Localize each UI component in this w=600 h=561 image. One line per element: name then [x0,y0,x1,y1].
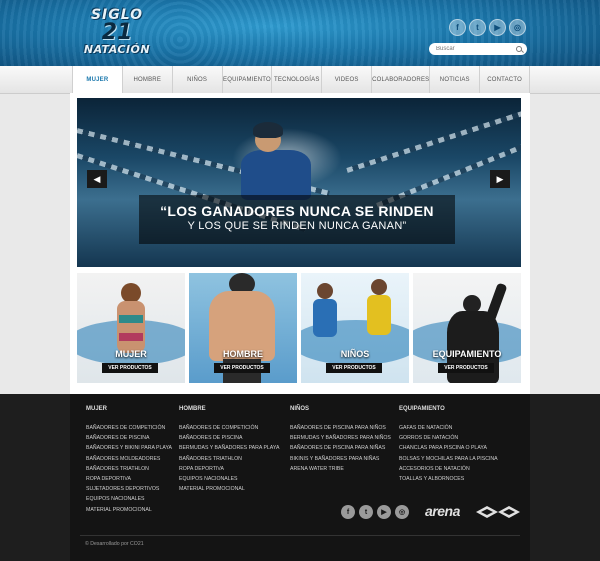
category-tile-equipamiento[interactable]: EQUIPAMIENTO VER PRODUCTOS [413,273,521,383]
search-input[interactable] [436,46,512,52]
nav-item-videos[interactable]: VIDEOS [322,66,373,93]
ver-productos-button[interactable]: VER PRODUCTOS [214,363,270,373]
nav-item-ninos[interactable]: NIÑOS [173,66,223,93]
nav-item-hombre[interactable]: HOMBRE [123,66,173,93]
facebook-icon[interactable]: f [449,19,466,36]
boy-figure [313,299,337,337]
twitter-icon[interactable]: t [469,19,486,36]
facebook-icon[interactable]: f [341,505,355,519]
woman-figure [117,301,145,353]
nav-item-equipamiento[interactable]: EQUIPAMIENTO [223,66,273,93]
nav-item-colaboradores[interactable]: COLABORADORES [372,66,431,93]
footer-divider [80,535,520,536]
category-label: EQUIPAMIENTO [432,349,502,359]
footer-link[interactable]: BAÑADORES DE PISCINA [179,433,294,443]
site-logo[interactable]: SIGLO 21 NATACIÓN [74,8,160,58]
youtube-icon[interactable]: ▶ [489,19,506,36]
slider-prev-button[interactable]: ◀ [87,170,107,188]
nav-item-contacto[interactable]: CONTACTO [480,66,531,93]
woman-figure [119,333,143,341]
footer-heading: EQUIPAMIENTO [399,406,445,412]
slider-next-button[interactable]: ▶ [490,170,510,188]
instagram-icon[interactable]: ◎ [395,505,409,519]
footer-social-links: f t ▶ ◎ [341,505,409,519]
main-nav: MUJER HOMBRE NIÑOS EQUIPAMIENTO TECNOLOG… [72,66,531,93]
footer-link[interactable]: EQUIPOS NACIONALES [179,474,294,484]
ver-productos-button[interactable]: VER PRODUCTOS [102,363,158,373]
footer-link[interactable]: MATERIAL PROMOCIONAL [179,484,294,494]
nav-item-mujer[interactable]: MUJER [72,66,123,93]
search-box [429,43,527,55]
footer-link[interactable]: BERMUDAS Y BAÑADORES PARA PLAYA [179,443,294,453]
footer-link[interactable]: ACCESORIOS DE NATACIÓN [399,464,514,474]
lane-rope [346,106,521,173]
footer-link[interactable]: BAÑADORES DE COMPETICIÓN [179,423,294,433]
footer-link[interactable]: MATERIAL PROMOCIONAL [86,505,201,515]
hero-quote-line-2: Y LOS QUE SE RINDEN NUNCA GANAN” [187,220,407,232]
footer-link[interactable]: BOLSAS Y MOCHILAS PARA LA PISCINA [399,454,514,464]
hero-quote-line-1: “LOS GANADORES NUNCA SE RINDEN [160,203,434,219]
footer-column-ninos: NIÑOS BAÑADORES DE PISCINA PARA NIÑOS BE… [290,406,405,474]
youtube-icon[interactable]: ▶ [377,505,391,519]
search-icon[interactable] [516,45,523,53]
ver-productos-button[interactable]: VER PRODUCTOS [438,363,494,373]
footer-column-equipamiento: EQUIPAMIENTO GAFAS DE NATACIÓN GORROS DE… [399,406,514,484]
hero-quote: “LOS GANADORES NUNCA SE RINDEN Y LOS QUE… [139,195,455,244]
arena-brand-logo[interactable]: arena [425,503,460,519]
nav-item-noticias[interactable]: NOTICIAS [430,66,481,93]
category-tile-mujer[interactable]: MUJER VER PRODUCTOS [77,273,185,383]
footer-link[interactable]: BAÑADORES DE PISCINA PARA NIÑAS [290,443,405,453]
girl-figure [367,295,391,335]
nav-item-tecnologias[interactable]: TECNOLOGÍAS [272,66,323,93]
footer-link[interactable]: BERMUDAS Y BAÑADORES PARA NIÑOS [290,433,405,443]
footer-heading: HOMBRE [179,406,206,412]
twitter-icon[interactable]: t [359,505,373,519]
boy-figure [317,283,333,299]
footer-link[interactable]: EQUIPOS NACIONALES [86,494,201,504]
arena-diamond-icon [476,506,520,518]
footer-link[interactable]: BAÑADORES DE PISCINA PARA NIÑOS [290,423,405,433]
category-tiles: MUJER VER PRODUCTOS HOMBRE VER PRODUCTOS… [77,273,521,383]
instagram-icon[interactable]: ◎ [509,19,526,36]
ver-productos-button[interactable]: VER PRODUCTOS [326,363,382,373]
footer-heading: NIÑOS [290,406,310,412]
footer-link[interactable]: CHANCLAS PARA PISCINA O PLAYA [399,443,514,453]
category-label: MUJER [115,349,147,359]
footer-link[interactable]: GAFAS DE NATACIÓN [399,423,514,433]
footer-link[interactable]: TOALLAS Y ALBORNOCES [399,474,514,484]
logo-line-2: 21 [101,20,133,45]
footer-link[interactable]: BIKINIS Y BAÑADORES PARA NIÑAS [290,454,405,464]
footer-link[interactable]: ARENA WATER TRIBE [290,464,405,474]
footer-link[interactable]: BAÑADORES TRIATHLON [179,454,294,464]
copyright-text[interactable]: © Desarrollado por CO21 [85,541,144,547]
category-label: HOMBRE [223,349,263,359]
category-tile-ninos[interactable]: NIÑOS VER PRODUCTOS [301,273,409,383]
main-navbar: MUJER HOMBRE NIÑOS EQUIPAMIENTO TECNOLOG… [0,66,600,94]
footer-column-hombre: HOMBRE BAÑADORES DE COMPETICIÓN BAÑADORE… [179,406,294,494]
footer-link[interactable]: GORROS DE NATACIÓN [399,433,514,443]
logo-line-3: NATACIÓN [83,43,151,56]
category-label: NIÑOS [340,349,370,359]
woman-figure [119,315,143,323]
category-tile-hombre[interactable]: HOMBRE VER PRODUCTOS [189,273,297,383]
girl-figure [371,279,387,295]
header-social-links: f t ▶ ◎ [449,19,526,36]
woman-figure [121,283,141,303]
footer-link[interactable]: ROPA DEPORTIVA [179,464,294,474]
